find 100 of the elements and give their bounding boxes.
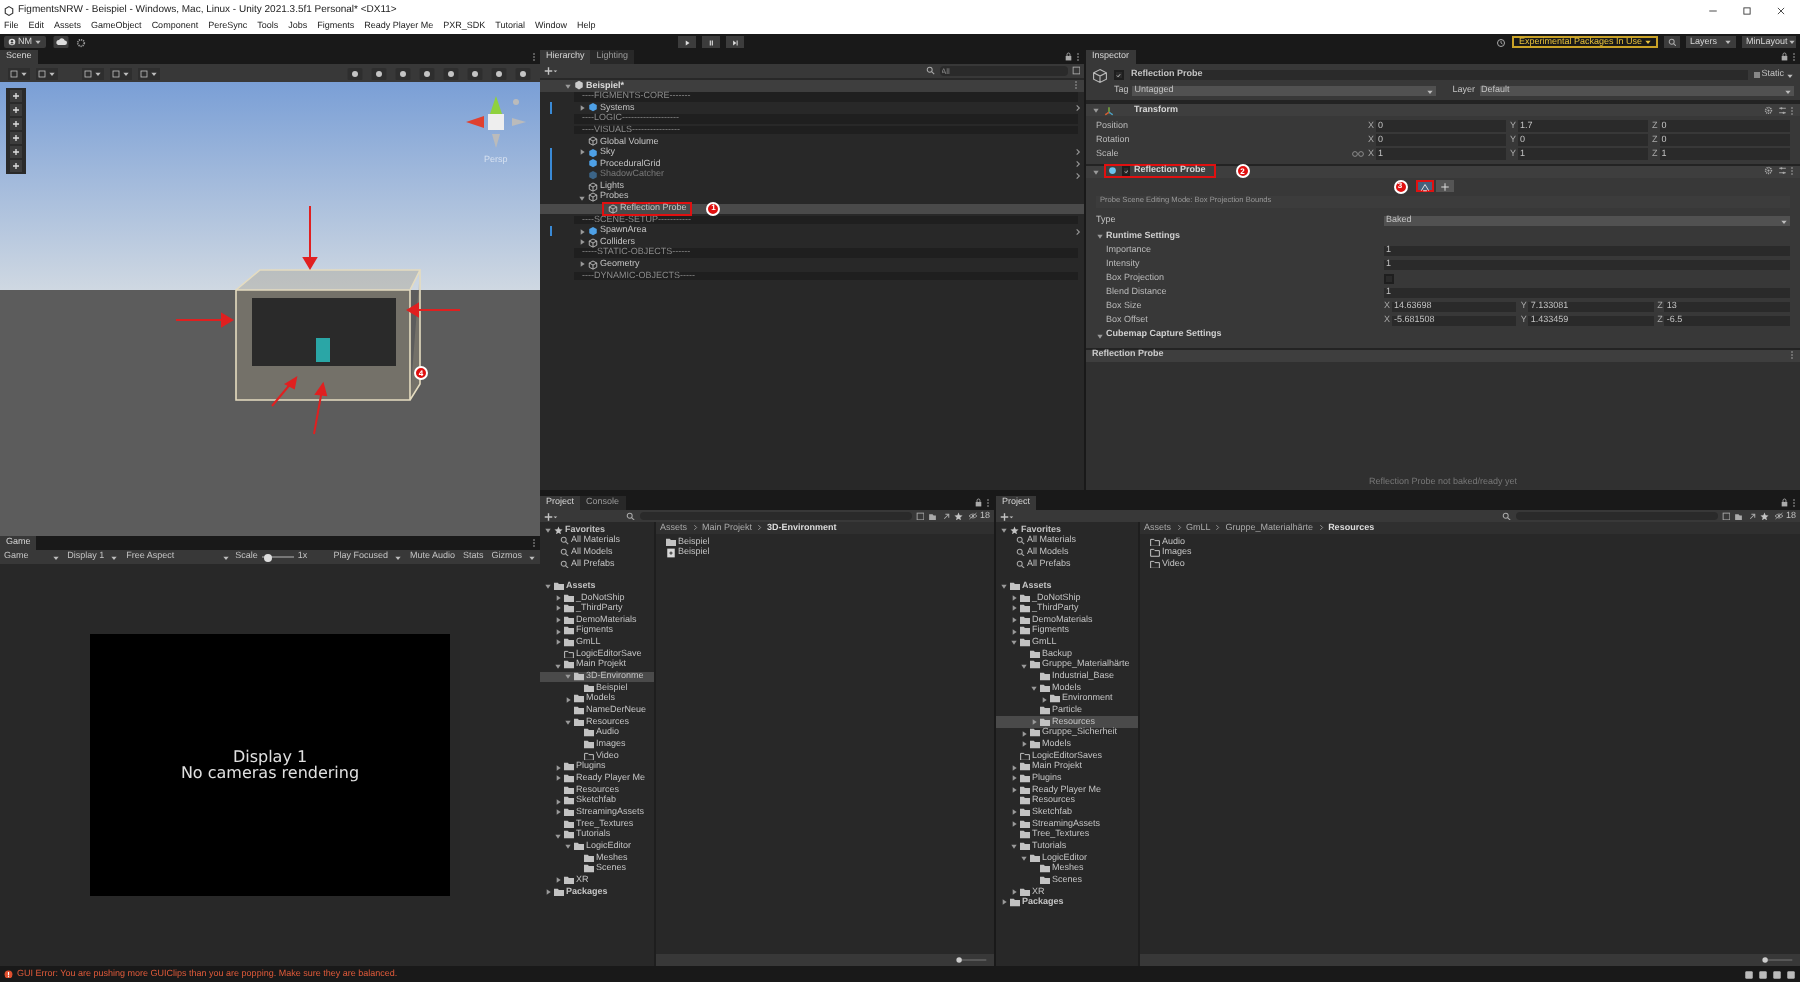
zoom-slider-icon[interactable] <box>954 956 988 964</box>
gameobject-icon <box>588 259 598 270</box>
pivot-button[interactable] <box>36 67 58 79</box>
tree-arrow-icon[interactable] <box>1030 684 1038 693</box>
tree-arrow-icon[interactable] <box>578 103 586 112</box>
tree-arrow-icon[interactable] <box>554 876 562 885</box>
search-button[interactable] <box>1664 36 1680 48</box>
sphere-icon[interactable] <box>346 67 364 79</box>
add-menu-icon[interactable] <box>1000 511 1014 521</box>
tree-arrow-icon[interactable] <box>544 582 552 591</box>
tree-arrow-icon[interactable] <box>1000 898 1008 907</box>
tree-arrow-icon[interactable] <box>1096 331 1104 339</box>
lock-icon[interactable] <box>1779 498 1788 508</box>
dropdown-caret-icon <box>34 38 42 46</box>
tree-arrow-icon[interactable] <box>1000 582 1008 591</box>
cloud-icon[interactable] <box>52 36 70 48</box>
empty-folder-icon <box>584 751 594 761</box>
tree-arrow-icon[interactable] <box>564 842 572 851</box>
tree-arrow-icon[interactable] <box>578 148 586 157</box>
increment-button[interactable] <box>138 67 160 79</box>
sliders-icon[interactable] <box>1777 166 1786 176</box>
search-icon <box>626 511 635 521</box>
chevron-right-icon[interactable] <box>1074 103 1082 112</box>
filter-icon[interactable] <box>1721 511 1731 521</box>
tree-arrow-icon[interactable] <box>564 717 572 726</box>
settings-icon[interactable] <box>1764 105 1773 115</box>
tree-arrow-icon[interactable] <box>578 260 586 269</box>
tree-arrow-icon[interactable] <box>554 774 562 783</box>
gameobject-icon <box>608 203 618 214</box>
dropdown-caret-icon <box>1787 38 1796 46</box>
tree-arrow-icon[interactable] <box>1096 232 1104 240</box>
scene-file-icon <box>666 547 676 558</box>
tree-arrow-icon[interactable] <box>1092 167 1100 175</box>
checkbox[interactable] <box>1114 70 1123 80</box>
checkbox[interactable] <box>1384 274 1393 283</box>
tree-arrow-icon[interactable] <box>1092 106 1100 114</box>
filter-icon[interactable] <box>915 511 925 521</box>
play-control-button[interactable] <box>726 36 744 48</box>
gameobject-icon <box>1092 67 1108 83</box>
view-options-button[interactable] <box>8 67 30 79</box>
add-menu-icon[interactable] <box>544 66 558 76</box>
zoom-slider-icon[interactable] <box>1760 956 1794 964</box>
tree-arrow-icon[interactable] <box>554 627 562 636</box>
close-icon[interactable] <box>1776 5 1786 15</box>
settings-icon[interactable] <box>76 37 86 47</box>
tree-arrow-icon[interactable] <box>1020 740 1028 749</box>
tree-arrow-icon[interactable] <box>1010 627 1018 636</box>
sliders-icon[interactable] <box>1777 105 1786 115</box>
dropdown-caret-icon <box>1724 38 1732 46</box>
add-menu-icon[interactable] <box>544 511 558 521</box>
dropdown-caret-icon <box>150 69 158 77</box>
search-icon <box>1667 37 1677 47</box>
tree-arrow-icon[interactable] <box>1010 774 1018 783</box>
dropdown-caret-icon <box>20 69 28 77</box>
play-control-button[interactable] <box>678 36 696 48</box>
tree-arrow-icon[interactable] <box>554 808 562 817</box>
tree-arrow-icon[interactable] <box>554 661 562 670</box>
lock-icon[interactable] <box>1779 52 1788 62</box>
tree-arrow-icon[interactable] <box>1010 887 1018 896</box>
tree-arrow-icon[interactable] <box>544 887 552 896</box>
history-icon[interactable] <box>1496 37 1507 47</box>
tree-arrow-icon[interactable] <box>578 193 586 202</box>
settings-icon[interactable] <box>1764 166 1773 176</box>
tree-arrow-icon[interactable] <box>1020 853 1028 862</box>
tree-arrow-icon[interactable] <box>564 695 572 704</box>
snap-button[interactable] <box>110 67 132 79</box>
checkbox[interactable] <box>1121 166 1130 176</box>
search-field[interactable] <box>639 511 912 521</box>
tree-arrow-icon[interactable] <box>1010 808 1018 817</box>
tree-arrow-icon[interactable] <box>1010 593 1018 602</box>
search-icon <box>926 66 935 76</box>
lock-icon[interactable] <box>1063 52 1072 62</box>
tree-arrow-icon[interactable] <box>564 81 572 90</box>
link-icon[interactable] <box>1352 149 1364 158</box>
tree-arrow-icon[interactable] <box>1040 695 1048 704</box>
tree-arrow-icon[interactable] <box>1020 661 1028 670</box>
filter-icon[interactable] <box>1071 66 1080 76</box>
maximize-icon[interactable] <box>1742 5 1752 15</box>
tree-arrow-icon[interactable] <box>1030 717 1038 726</box>
search-icon <box>1502 511 1511 521</box>
edit-mode-button[interactable] <box>1415 180 1433 192</box>
tree-arrow-icon[interactable] <box>564 672 572 681</box>
gameobject-icon <box>588 136 598 147</box>
play-control-button[interactable] <box>702 36 720 48</box>
slider-thumb[interactable] <box>264 553 273 561</box>
star-icon <box>1760 511 1770 521</box>
edit-mode-button[interactable] <box>1435 180 1453 192</box>
search-field[interactable] <box>1515 511 1718 521</box>
empty-folder-icon <box>1020 751 1030 761</box>
tree-arrow-icon[interactable] <box>1010 842 1018 851</box>
hidden-eye-icon[interactable] <box>1773 512 1784 520</box>
chevron-right-icon[interactable] <box>1074 227 1082 236</box>
lock-icon[interactable] <box>973 498 982 508</box>
square-icon <box>38 69 46 77</box>
hidden-eye-icon[interactable] <box>967 512 978 520</box>
grid-button[interactable] <box>82 67 104 79</box>
axis-gizmo-drawing <box>462 92 530 152</box>
tree-arrow-icon[interactable] <box>554 593 562 602</box>
tree-arrow-icon[interactable] <box>554 831 562 840</box>
tree-arrow-icon[interactable] <box>578 238 586 247</box>
